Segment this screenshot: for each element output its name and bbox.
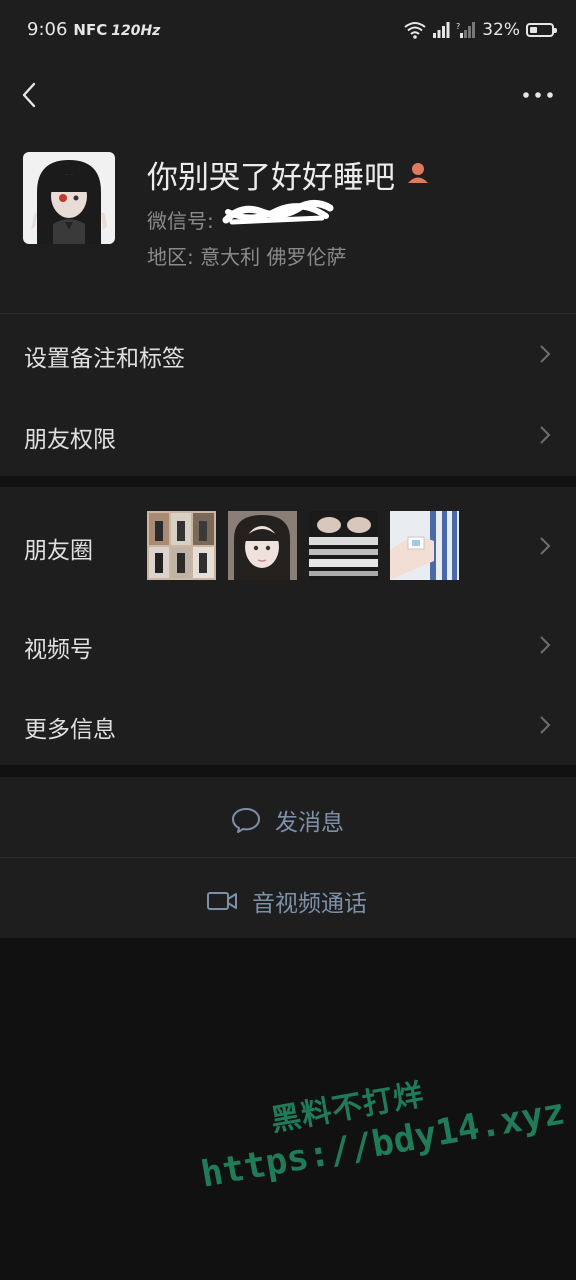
avatar[interactable] [23, 152, 115, 244]
video-call-label: 音视频通话 [252, 891, 367, 917]
status-left: 9:06 NFC 120Hz [27, 19, 160, 40]
chat-bubble-icon [232, 808, 260, 833]
channels-label: 视频号 [24, 637, 93, 663]
nickname: 你别哭了好好睡吧 [147, 160, 395, 196]
send-message-label: 发消息 [275, 810, 344, 836]
chevron-right-icon [540, 426, 551, 444]
moments-photo-2[interactable] [228, 511, 297, 580]
region-text: 地区: 意大利 佛罗伦萨 [147, 245, 347, 269]
friend-permissions-label: 朋友权限 [24, 427, 116, 453]
person-icon [408, 163, 428, 183]
moments-photo-4[interactable] [390, 511, 459, 580]
channels-row[interactable]: 视频号 [0, 605, 576, 685]
wechat-id-label: 微信号: [147, 209, 214, 233]
video-call-content: 音视频通话 [206, 884, 367, 918]
moments-photo-1[interactable] [147, 511, 216, 580]
chevron-right-icon [540, 636, 551, 654]
chevron-right-icon [540, 345, 551, 363]
nav-bar [0, 60, 576, 130]
wifi-icon [404, 22, 426, 39]
refresh-rate-indicator: 120Hz [111, 23, 161, 39]
watermark: 黑料不打烊 https://bdy14.xyz [190, 1046, 568, 1195]
remark-tags-label: 设置备注和标签 [24, 346, 185, 372]
moments-photo-3[interactable] [309, 511, 378, 580]
chevron-right-icon [540, 716, 551, 734]
status-right: ? 32% [404, 18, 557, 42]
more-info-row[interactable]: 更多信息 [0, 685, 576, 765]
moments-row[interactable]: 朋友圈 [0, 487, 576, 605]
moments-thumbnails [147, 511, 459, 580]
friend-permissions-row[interactable]: 朋友权限 [0, 395, 576, 475]
info-section: 朋友圈 视频号 更多信息 [0, 487, 576, 765]
chevron-right-icon [540, 537, 551, 555]
send-message-button[interactable]: 发消息 [0, 777, 576, 857]
signal-icon [433, 22, 450, 38]
battery-percent: 32% [482, 20, 520, 40]
video-call-button[interactable]: 音视频通话 [0, 858, 576, 938]
back-chevron-icon[interactable] [18, 78, 42, 112]
status-bar: 9:06 NFC 120Hz ? 32% [0, 0, 576, 60]
settings-section: 设置备注和标签 朋友权限 [0, 314, 576, 476]
profile-header: 你别哭了好好睡吧 微信号: 地区: 意大利 佛罗伦萨 [0, 130, 576, 313]
remark-tags-row[interactable]: 设置备注和标签 [0, 314, 576, 394]
more-dots-icon[interactable] [522, 90, 554, 100]
moments-label: 朋友圈 [24, 538, 93, 564]
video-camera-icon [207, 892, 237, 910]
svg-text:?: ? [456, 22, 460, 31]
redaction-scribble [222, 199, 334, 225]
more-info-label: 更多信息 [24, 717, 116, 743]
battery-icon [526, 23, 557, 37]
nfc-indicator: NFC [73, 21, 108, 39]
signal-sim2-icon: ? [456, 22, 476, 38]
send-message-content: 发消息 [231, 803, 344, 837]
status-time: 9:06 [27, 19, 68, 40]
